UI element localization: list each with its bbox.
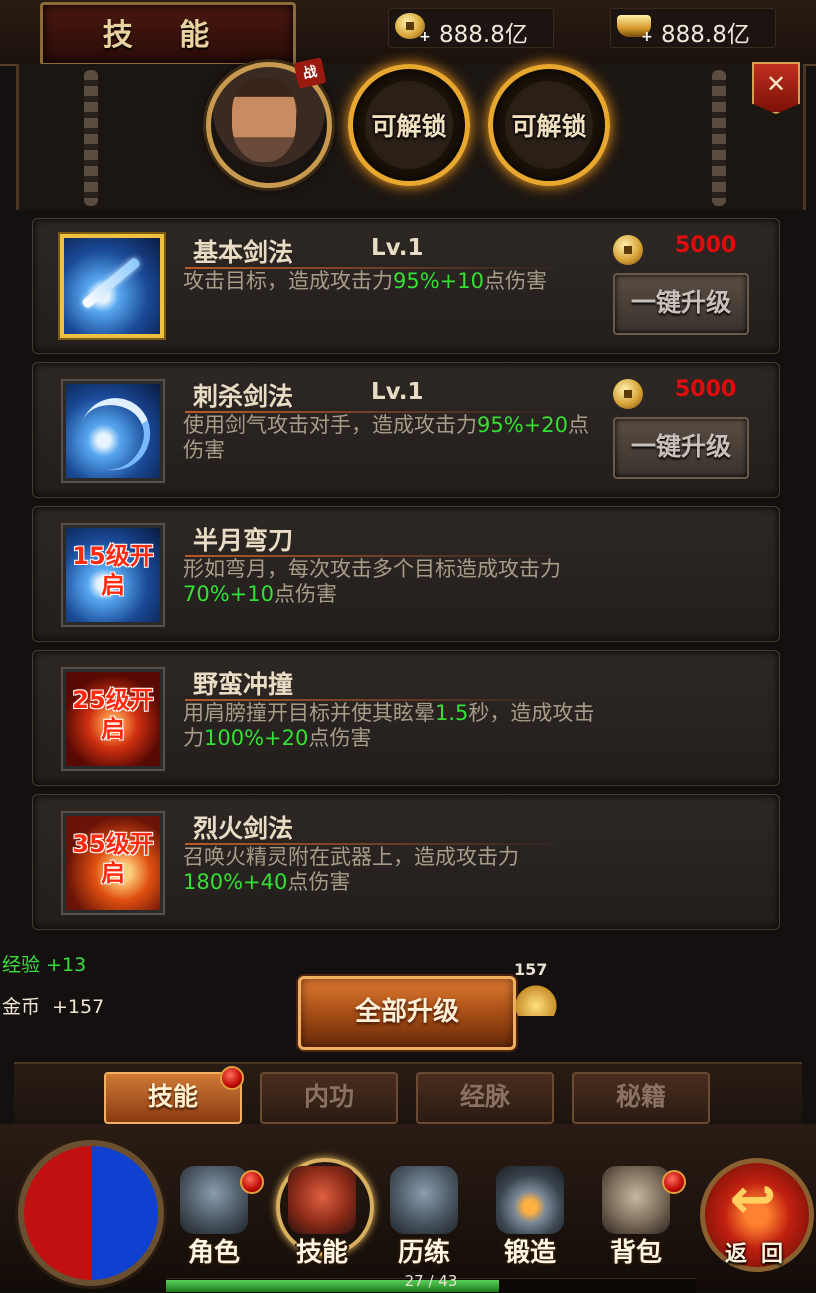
coin-pile-icon: [512, 982, 560, 1016]
one-click-upgrade-button[interactable]: 一键升级: [613, 273, 749, 335]
skill-icon-savage-charge[interactable]: 25级开启: [61, 667, 165, 771]
skill-name: 半月弯刀: [193, 526, 294, 555]
unlock-slot-2[interactable]: 可解锁: [488, 64, 610, 186]
skill-description: 用肩膀撞开目标并使其眩晕1.5秒，造成攻击力100%+20点伤害: [183, 701, 595, 750]
ingot-balance[interactable]: + 888.8亿: [610, 8, 776, 48]
armor-icon: [180, 1166, 248, 1234]
skill-icon-blazing-sword[interactable]: 35级开启: [61, 811, 165, 915]
coin-icon: [613, 235, 643, 265]
tab-meridians[interactable]: 经脉: [416, 1072, 554, 1124]
skill-name: 基本剑法: [193, 238, 294, 267]
upgrade-all-button[interactable]: 全部升级: [298, 976, 516, 1050]
chain-right: [712, 70, 726, 206]
skill-row-assassin-sword[interactable]: 刺杀剑法 Lv.1 使用剑气攻击对手，造成攻击力95%+20点伤害 5000 一…: [32, 362, 780, 498]
upgrade-cost: 5000: [675, 377, 737, 402]
backpack-icon: [602, 1166, 670, 1234]
exp-gain: 经验 +13: [2, 954, 87, 976]
coin-count: 157: [514, 960, 548, 979]
skill-level: Lv.1: [371, 235, 424, 261]
unlock-slot-label: 可解锁: [371, 112, 447, 141]
close-button[interactable]: ✕: [752, 62, 800, 114]
yin-yang-icon[interactable]: [18, 1140, 164, 1286]
crescent-slash-icon: [69, 388, 161, 480]
skill-icon-half-moon[interactable]: 15级开启: [61, 523, 165, 627]
unlock-level-text: 35级开启: [72, 830, 154, 887]
hero-face: [232, 78, 296, 162]
coin-gain: 金币 +157: [2, 996, 105, 1018]
nav-skills[interactable]: 技能: [274, 1158, 374, 1270]
return-label: 返回: [724, 1242, 797, 1267]
unlock-slot-label: 可解锁: [511, 112, 587, 141]
notification-dot: [240, 1170, 264, 1194]
skill-level: Lv.1: [371, 379, 424, 405]
skill-name: 刺杀剑法: [193, 382, 294, 411]
upgrade-cost: 5000: [675, 233, 737, 258]
unlock-level-text: 15级开启: [72, 542, 154, 599]
coin-balance[interactable]: + 888.8亿: [388, 8, 554, 48]
tab-secret-books[interactable]: 秘籍: [572, 1072, 710, 1124]
skill-row-half-moon[interactable]: 15级开启 半月弯刀 形如弯月，每次攻击多个目标造成攻击力70%+10点伤害: [32, 506, 780, 642]
skill-description: 使用剑气攻击对手，造成攻击力95%+20点伤害: [183, 413, 589, 462]
chain-left: [84, 70, 98, 206]
skill-row-blazing-sword[interactable]: 35级开启 烈火剑法 召唤火精灵附在武器上，造成攻击力 180%+40点伤害: [32, 794, 780, 930]
return-arrow-icon: ↩: [729, 1167, 777, 1232]
tab-inner-power[interactable]: 内功: [260, 1072, 398, 1124]
skill-description: 召唤火精灵附在武器上，造成攻击力 180%+40点伤害: [183, 845, 519, 894]
nav-training[interactable]: 历练: [376, 1160, 472, 1270]
coin-icon: [613, 379, 643, 409]
exp-progress-text: 27 / 43: [404, 1272, 458, 1290]
unlock-level-text: 25级开启: [72, 686, 154, 743]
sword-slash-icon: [80, 256, 142, 310]
nav-backpack[interactable]: 背包: [588, 1160, 686, 1270]
skill-name: 野蛮冲撞: [193, 670, 294, 699]
ingot-balance-value: 888.8亿: [661, 22, 750, 48]
helmet-icon: [390, 1166, 458, 1234]
one-click-upgrade-button[interactable]: 一键升级: [613, 417, 749, 479]
skill-description: 形如弯月，每次攻击多个目标造成攻击力70%+10点伤害: [183, 557, 561, 606]
nav-character[interactable]: 角色: [166, 1160, 264, 1270]
skill-icon-basic-sword[interactable]: [58, 232, 166, 340]
skill-row-basic-sword[interactable]: 基本剑法 Lv.1 攻击目标，造成攻击力95%+10点伤害 5000 一键升级: [32, 218, 780, 354]
notification-dot: [662, 1170, 686, 1194]
skill-row-savage-charge[interactable]: 25级开启 野蛮冲撞 用肩膀撞开目标并使其眩晕1.5秒，造成攻击力100%+20…: [32, 650, 780, 786]
skill-description: 攻击目标，造成攻击力95%+10点伤害: [183, 269, 547, 293]
notification-dot: [220, 1066, 244, 1090]
nav-forge[interactable]: 锻造: [482, 1160, 578, 1270]
close-icon: ✕: [765, 70, 787, 98]
skill-name: 烈火剑法: [193, 814, 294, 843]
skill-icon-assassin-sword[interactable]: [61, 379, 165, 483]
coin-balance-value: 888.8亿: [439, 22, 528, 48]
skill-book-icon: [288, 1166, 356, 1234]
page-title: 技 能: [102, 18, 228, 53]
anvil-icon: [496, 1166, 564, 1234]
unlock-slot-1[interactable]: 可解锁: [348, 64, 470, 186]
